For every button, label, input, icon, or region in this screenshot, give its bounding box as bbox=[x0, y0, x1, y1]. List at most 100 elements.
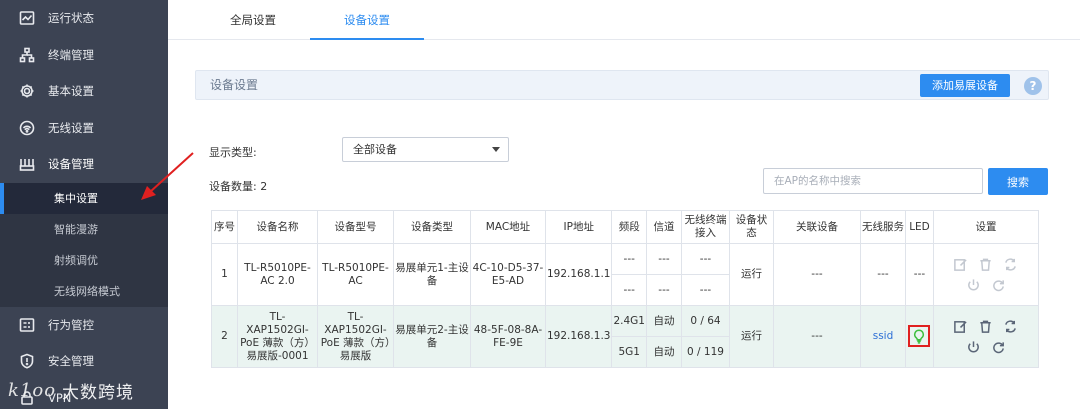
sidebar-item-status[interactable]: 运行状态 bbox=[0, 0, 168, 37]
section-title: 设备设置 bbox=[210, 78, 259, 92]
column-header: 频段 bbox=[611, 210, 647, 244]
cell-device-name: TL-XAP1502GI-PoE 薄款（方）易展版-0001 bbox=[237, 305, 318, 368]
topology-icon bbox=[18, 46, 36, 64]
watermark-logo: k1oo bbox=[8, 380, 57, 401]
trash-icon bbox=[978, 257, 993, 272]
cell-status: 运行 bbox=[728, 305, 774, 368]
power-icon bbox=[966, 278, 981, 293]
cell-settings bbox=[932, 305, 1039, 368]
cell-associated: --- bbox=[772, 305, 861, 368]
sidebar-subitem-central-settings[interactable]: 集中设置 bbox=[0, 182, 168, 214]
cell-led bbox=[904, 305, 934, 368]
sidebar-subitem-wireless-mode[interactable]: 无线网络模式 bbox=[0, 275, 168, 307]
sidebar-item-label: 行为管控 bbox=[48, 317, 94, 332]
cell-led: --- bbox=[904, 243, 934, 306]
cell-device-model: TL-R5010PE-AC bbox=[317, 243, 394, 306]
cell-associated: --- bbox=[772, 243, 861, 306]
dashboard-icon bbox=[18, 9, 36, 27]
cell-channel: --- bbox=[645, 243, 682, 275]
column-header: 设备类型 bbox=[393, 210, 471, 244]
sidebar: 运行状态 终端管理 基本设置 无线设置 设备管理 集中设置 智能漫游 射频调优 … bbox=[0, 0, 168, 409]
column-header: IP地址 bbox=[544, 210, 613, 244]
wifi-icon bbox=[18, 119, 36, 137]
tab-bar: 全局设置 设备设置 bbox=[168, 0, 1080, 40]
column-header: 关联设备 bbox=[772, 210, 861, 244]
column-header: 设备型号 bbox=[317, 210, 394, 244]
column-header: 信道 bbox=[645, 210, 682, 244]
sidebar-item-terminal[interactable]: 终端管理 bbox=[0, 37, 168, 74]
sidebar-item-wireless[interactable]: 无线设置 bbox=[0, 110, 168, 147]
display-type-select[interactable]: 全部设备 bbox=[342, 137, 509, 162]
help-icon[interactable]: ? bbox=[1024, 77, 1042, 95]
cell-band: --- bbox=[611, 274, 647, 306]
sidebar-item-device-management[interactable]: 设备管理 bbox=[0, 146, 168, 183]
tab-device-settings[interactable]: 设备设置 bbox=[310, 0, 424, 40]
led-toggle[interactable] bbox=[908, 325, 931, 348]
sidebar-item-basic-settings[interactable]: 基本设置 bbox=[0, 73, 168, 110]
watermark: k1oo 大数跨境 bbox=[8, 378, 134, 403]
search-button[interactable]: 搜索 bbox=[988, 168, 1048, 195]
edit-icon[interactable] bbox=[953, 319, 968, 334]
column-header: 无线终端接入 bbox=[680, 210, 730, 244]
cell-index: 1 bbox=[211, 243, 238, 306]
reboot-icon bbox=[991, 278, 1006, 293]
sidebar-item-label: 设备管理 bbox=[48, 157, 94, 172]
control-icon bbox=[18, 316, 36, 334]
add-mesh-device-button[interactable]: 添加易展设备 bbox=[920, 74, 1010, 97]
cell-device-type: 易展单元2-主设备 bbox=[393, 305, 471, 368]
sidebar-item-behavior-control[interactable]: 行为管控 bbox=[0, 307, 168, 344]
cell-clients: --- bbox=[680, 274, 730, 306]
column-header: 设备名称 bbox=[237, 210, 318, 244]
tab-global-settings[interactable]: 全局设置 bbox=[208, 0, 298, 40]
sidebar-item-label: 安全管理 bbox=[48, 354, 94, 369]
cell-band: --- bbox=[611, 243, 647, 275]
sidebar-item-label: 基本设置 bbox=[48, 84, 94, 99]
cell-index: 2 bbox=[211, 305, 238, 368]
column-header: MAC地址 bbox=[470, 210, 546, 244]
cell-ip: 192.168.1.1 bbox=[544, 243, 613, 306]
cell-clients: --- bbox=[680, 243, 730, 275]
chevron-down-icon bbox=[492, 147, 500, 152]
cell-device-type: 易展单元1-主设备 bbox=[393, 243, 471, 306]
device-count-label: 设备数量: 2 bbox=[209, 180, 268, 193]
cell-device-name: TL-R5010PE-AC 2.0 bbox=[237, 243, 318, 306]
column-header: 设备状态 bbox=[728, 210, 774, 244]
cell-channel: 自动 bbox=[645, 305, 682, 337]
cell-ssid: ssid bbox=[859, 305, 906, 368]
table-header-row: 序号 设备名称 设备型号 设备类型 MAC地址 IP地址 频段 信道 无线终端接… bbox=[211, 210, 1039, 244]
column-header: 无线服务 bbox=[859, 210, 906, 244]
column-header: 设置 bbox=[932, 210, 1039, 244]
cell-mac: 48-5F-08-8A-FE-9E bbox=[470, 305, 546, 368]
cell-ssid: --- bbox=[859, 243, 906, 306]
reboot-icon[interactable] bbox=[991, 340, 1006, 355]
cell-band: 2.4G1 bbox=[611, 305, 647, 337]
sidebar-item-label: 运行状态 bbox=[48, 11, 94, 26]
shield-icon bbox=[18, 352, 36, 370]
router-icon bbox=[18, 155, 36, 173]
cell-ip: 192.168.1.3 bbox=[544, 305, 613, 368]
gear-icon bbox=[18, 82, 36, 100]
main-content: 全局设置 设备设置 设备设置 添加易展设备 ? 显示类型: 全部设备 设备数量:… bbox=[168, 0, 1080, 409]
power-icon[interactable] bbox=[966, 340, 981, 355]
ssid-link[interactable]: ssid bbox=[873, 330, 894, 342]
search-input[interactable] bbox=[763, 168, 983, 194]
lightbulb-icon bbox=[914, 329, 925, 344]
sidebar-item-security[interactable]: 安全管理 bbox=[0, 343, 168, 380]
cell-band: 5G1 bbox=[611, 336, 647, 368]
table-row: 2 TL-XAP1502GI-PoE 薄款（方）易展版-0001 TL-XAP1… bbox=[211, 305, 1039, 368]
watermark-text: 大数跨境 bbox=[62, 383, 135, 403]
cell-mac: 4C-10-D5-37-E5-AD bbox=[470, 243, 546, 306]
cell-clients: 0 / 64 bbox=[680, 305, 730, 337]
sidebar-subitem-rf-tuning[interactable]: 射频调优 bbox=[0, 244, 168, 276]
sidebar-item-label: 无线设置 bbox=[48, 120, 94, 135]
sync-icon[interactable] bbox=[1003, 319, 1018, 334]
display-type-label: 显示类型: bbox=[209, 146, 257, 159]
table-row: 1 TL-R5010PE-AC 2.0 TL-R5010PE-AC 易展单元1-… bbox=[211, 243, 1039, 306]
edit-icon bbox=[953, 257, 968, 272]
section-header: 设备设置 添加易展设备 ? bbox=[195, 70, 1049, 100]
sidebar-subitem-smart-roaming[interactable]: 智能漫游 bbox=[0, 213, 168, 245]
cell-status: 运行 bbox=[728, 243, 774, 306]
cell-device-model: TL-XAP1502GI-PoE 薄款（方）易展版 bbox=[317, 305, 394, 368]
column-header: 序号 bbox=[211, 210, 238, 244]
trash-icon[interactable] bbox=[978, 319, 993, 334]
